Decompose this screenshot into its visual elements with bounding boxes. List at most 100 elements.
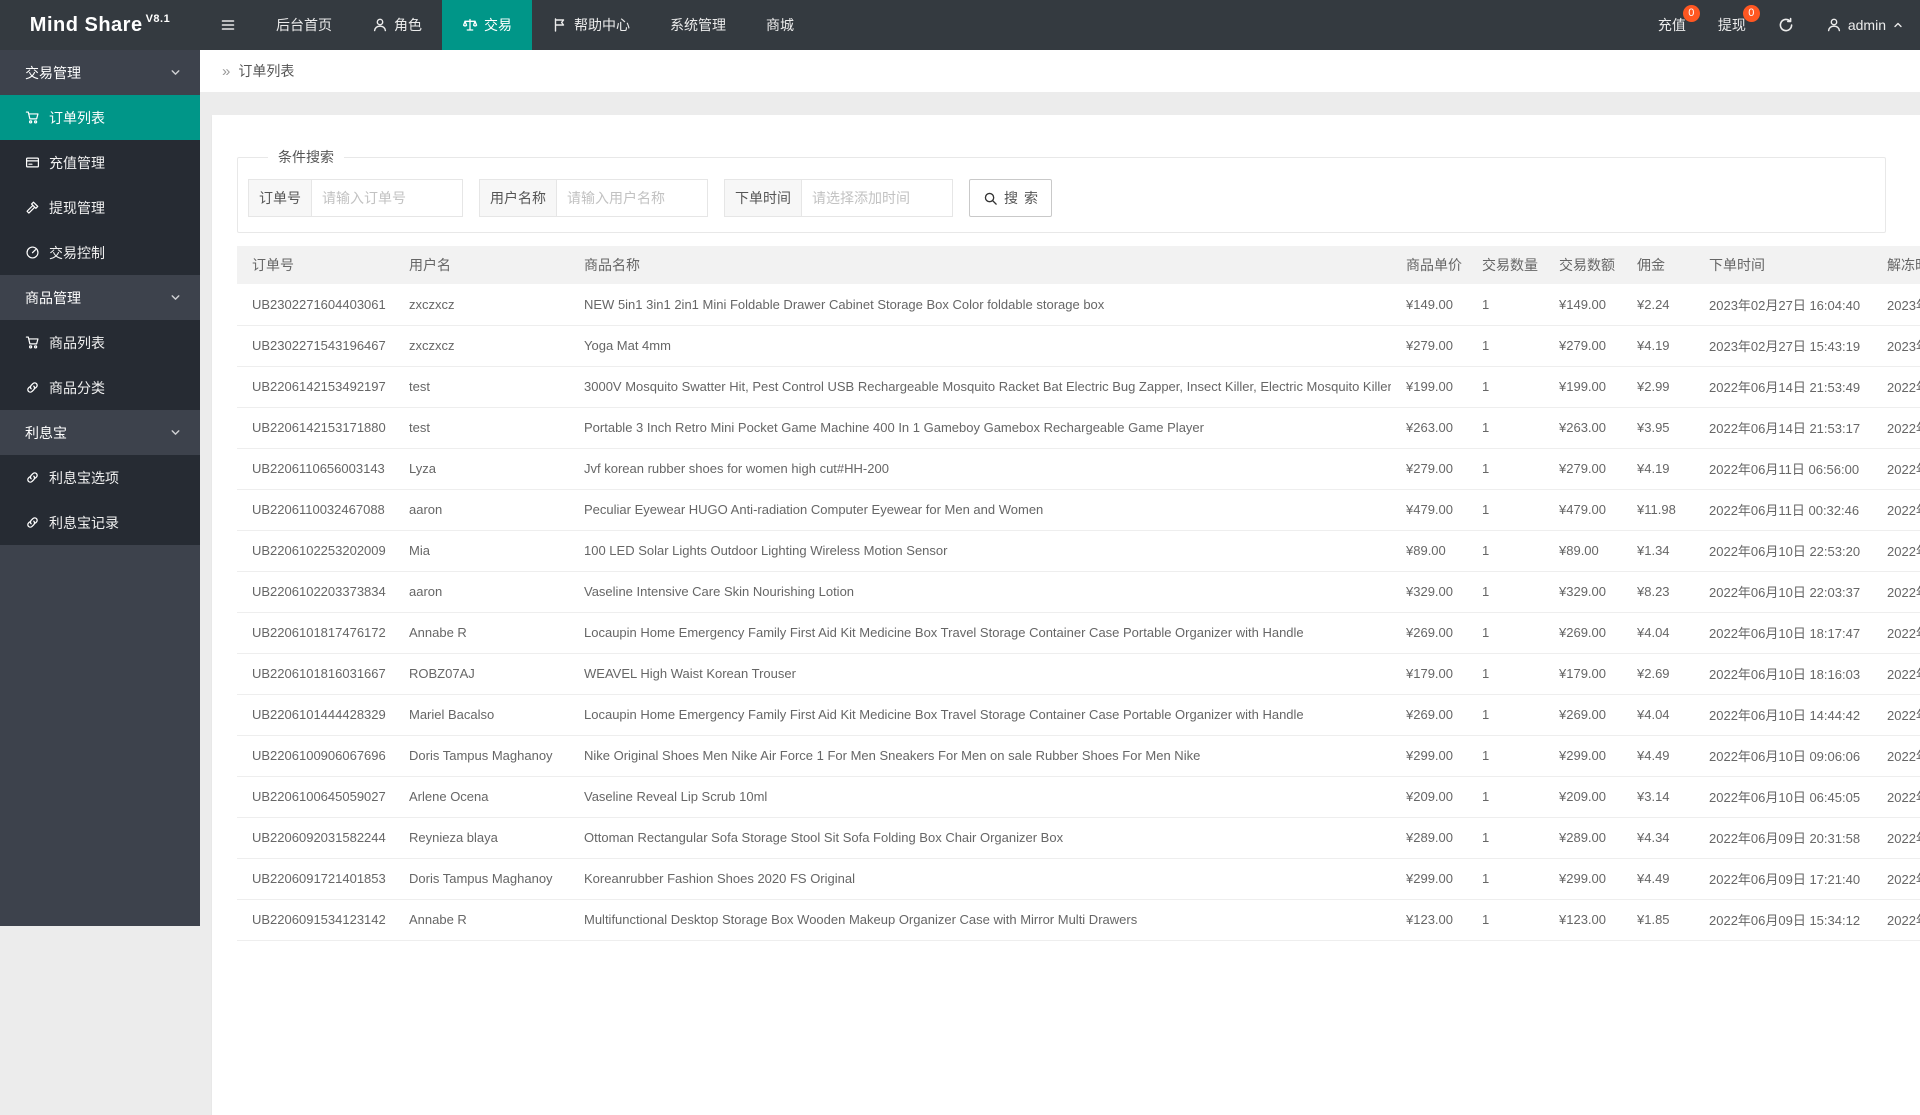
cell-product: Nike Original Shoes Men Nike Air Force 1… [569, 735, 1391, 777]
search-input[interactable] [556, 179, 708, 217]
header-action-button[interactable]: 充值 0 [1642, 0, 1702, 50]
table-row: UB2206101444428329 Mariel Bacalso Locaup… [237, 694, 1920, 736]
cart-icon [25, 110, 40, 125]
cell-order-no: UB2206110656003143 [237, 448, 394, 490]
app-logo[interactable]: Mind Share V8.1 [0, 0, 200, 50]
top-nav-item-label: 商城 [766, 17, 794, 33]
cell-order-no: UB2302271543196467 [237, 325, 394, 367]
cell-qty: 1 [1467, 817, 1544, 859]
cell-amount: ¥329.00 [1544, 571, 1622, 613]
cell-order-no: UB2206091721401853 [237, 858, 394, 900]
sidebar-item-label: 商品管理 [25, 289, 81, 306]
cell-order-no: UB2206100906067696 [237, 735, 394, 777]
table-row: UB2206110032467088 aaron Peculiar Eyewea… [237, 489, 1920, 531]
cell-amount: ¥209.00 [1544, 776, 1622, 818]
page-title: 订单列表 [238, 63, 295, 79]
top-nav-item[interactable]: 后台首页 [256, 0, 352, 50]
cell-price: ¥89.00 [1391, 530, 1467, 572]
sidebar-item-label: 交易控制 [49, 244, 105, 261]
table-row: UB2206142153492197 test 3000V Mosquito S… [237, 366, 1920, 408]
top-nav-item-label: 交易 [484, 17, 512, 33]
cell-price: ¥209.00 [1391, 776, 1467, 818]
cell-unfreeze-time: 2022年 [1872, 653, 1920, 695]
search-field-label: 用户名称 [479, 179, 556, 217]
sidebar-item[interactable]: 提现管理 [0, 185, 200, 230]
search-icon [984, 192, 997, 205]
sidebar-item[interactable]: 商品管理 [0, 275, 200, 320]
breadcrumb: » 订单列表 [200, 50, 1920, 92]
cell-commission: ¥2.69 [1622, 653, 1694, 695]
cell-commission: ¥4.04 [1622, 612, 1694, 654]
sidebar-item-label: 充值管理 [49, 154, 105, 171]
top-nav-item[interactable]: 交易 [442, 0, 532, 50]
user-menu[interactable]: admin [1810, 0, 1920, 50]
cell-order-time: 2022年06月10日 18:16:03 [1694, 653, 1872, 695]
count-badge: 0 [1742, 5, 1760, 22]
sidebar-item[interactable]: 商品分类 [0, 365, 200, 410]
table-row: UB2206091721401853 Doris Tampus Maghanoy… [237, 858, 1920, 900]
cell-unfreeze-time: 2022年 [1872, 776, 1920, 818]
cell-username: Reynieza blaya [394, 817, 569, 859]
cell-amount: ¥179.00 [1544, 653, 1622, 695]
sidebar-item[interactable]: 利息宝 [0, 410, 200, 455]
cell-unfreeze-time: 2022年 [1872, 489, 1920, 531]
search-input[interactable] [801, 179, 953, 217]
search-field-group: 用户名称 [479, 179, 708, 217]
cell-price: ¥299.00 [1391, 735, 1467, 777]
sidebar: 交易管理 订单列表 充值管理 提现管理 交易控制 商品管理 商品列表 商品分类 … [0, 50, 200, 926]
cell-unfreeze-time: 2022年 [1872, 366, 1920, 408]
cell-username: Doris Tampus Maghanoy [394, 858, 569, 900]
sidebar-item[interactable]: 交易控制 [0, 230, 200, 275]
table-row: UB2206100645059027 Arlene Ocena Vaseline… [237, 776, 1920, 818]
cell-username: aaron [394, 489, 569, 531]
top-nav-item-label: 后台首页 [276, 17, 332, 33]
card-icon [25, 155, 40, 170]
cell-unfreeze-time: 2022年 [1872, 407, 1920, 449]
cell-price: ¥199.00 [1391, 366, 1467, 408]
cell-qty: 1 [1467, 366, 1544, 408]
flag-icon [552, 17, 568, 33]
cell-price: ¥123.00 [1391, 899, 1467, 941]
cell-product: 3000V Mosquito Swatter Hit, Pest Control… [569, 366, 1391, 408]
top-nav-item[interactable]: 商城 [746, 0, 814, 50]
cell-username: zxczxcz [394, 325, 569, 367]
sidebar-item[interactable]: 商品列表 [0, 320, 200, 365]
cell-commission: ¥4.49 [1622, 858, 1694, 900]
cell-product: Locaupin Home Emergency Family First Aid… [569, 694, 1391, 736]
cell-amount: ¥199.00 [1544, 366, 1622, 408]
sidebar-item-label: 订单列表 [49, 109, 105, 126]
cell-order-time: 2022年06月10日 22:53:20 [1694, 530, 1872, 572]
table-row: UB2302271543196467 zxczxcz Yoga Mat 4mm … [237, 325, 1920, 367]
sidebar-item[interactable]: 利息宝选项 [0, 455, 200, 500]
sidebar-item[interactable]: 交易管理 [0, 50, 200, 95]
table-header-cell: 下单时间 [1694, 246, 1872, 284]
menu-toggle-icon[interactable] [200, 0, 256, 50]
app-title: Mind Share [29, 13, 143, 36]
cell-product: Portable 3 Inch Retro Mini Pocket Game M… [569, 407, 1391, 449]
cell-order-time: 2022年06月10日 22:03:37 [1694, 571, 1872, 613]
cell-price: ¥269.00 [1391, 612, 1467, 654]
cell-order-no: UB2206142153492197 [237, 366, 394, 408]
cell-amount: ¥149.00 [1544, 284, 1622, 326]
search-input[interactable] [311, 179, 463, 217]
refresh-button[interactable] [1762, 0, 1810, 50]
cell-order-no: UB2206101817476172 [237, 612, 394, 654]
search-field-label: 下单时间 [724, 179, 801, 217]
top-nav-item[interactable]: 系统管理 [650, 0, 746, 50]
cell-unfreeze-time: 2023年 [1872, 325, 1920, 367]
cell-amount: ¥269.00 [1544, 612, 1622, 654]
sidebar-item[interactable]: 充值管理 [0, 140, 200, 185]
sidebar-item[interactable]: 利息宝记录 [0, 500, 200, 545]
sidebar-item[interactable]: 订单列表 [0, 95, 200, 140]
top-nav-item[interactable]: 帮助中心 [532, 0, 650, 50]
scales-icon [462, 17, 478, 33]
sidebar-item-label: 商品列表 [49, 334, 105, 351]
cell-price: ¥149.00 [1391, 284, 1467, 326]
count-badge: 0 [1682, 5, 1700, 22]
cell-price: ¥329.00 [1391, 571, 1467, 613]
search-button[interactable]: 搜索 [969, 179, 1052, 217]
header-action-button[interactable]: 提现 0 [1702, 0, 1762, 50]
orders-table: 订单号 用户名 商品名称 商品单价 交易数量 交易数额 佣金 下单时间 解冻 U… [237, 246, 1920, 941]
cell-order-no: UB2302271604403061 [237, 284, 394, 326]
top-nav-item[interactable]: 角色 [352, 0, 442, 50]
